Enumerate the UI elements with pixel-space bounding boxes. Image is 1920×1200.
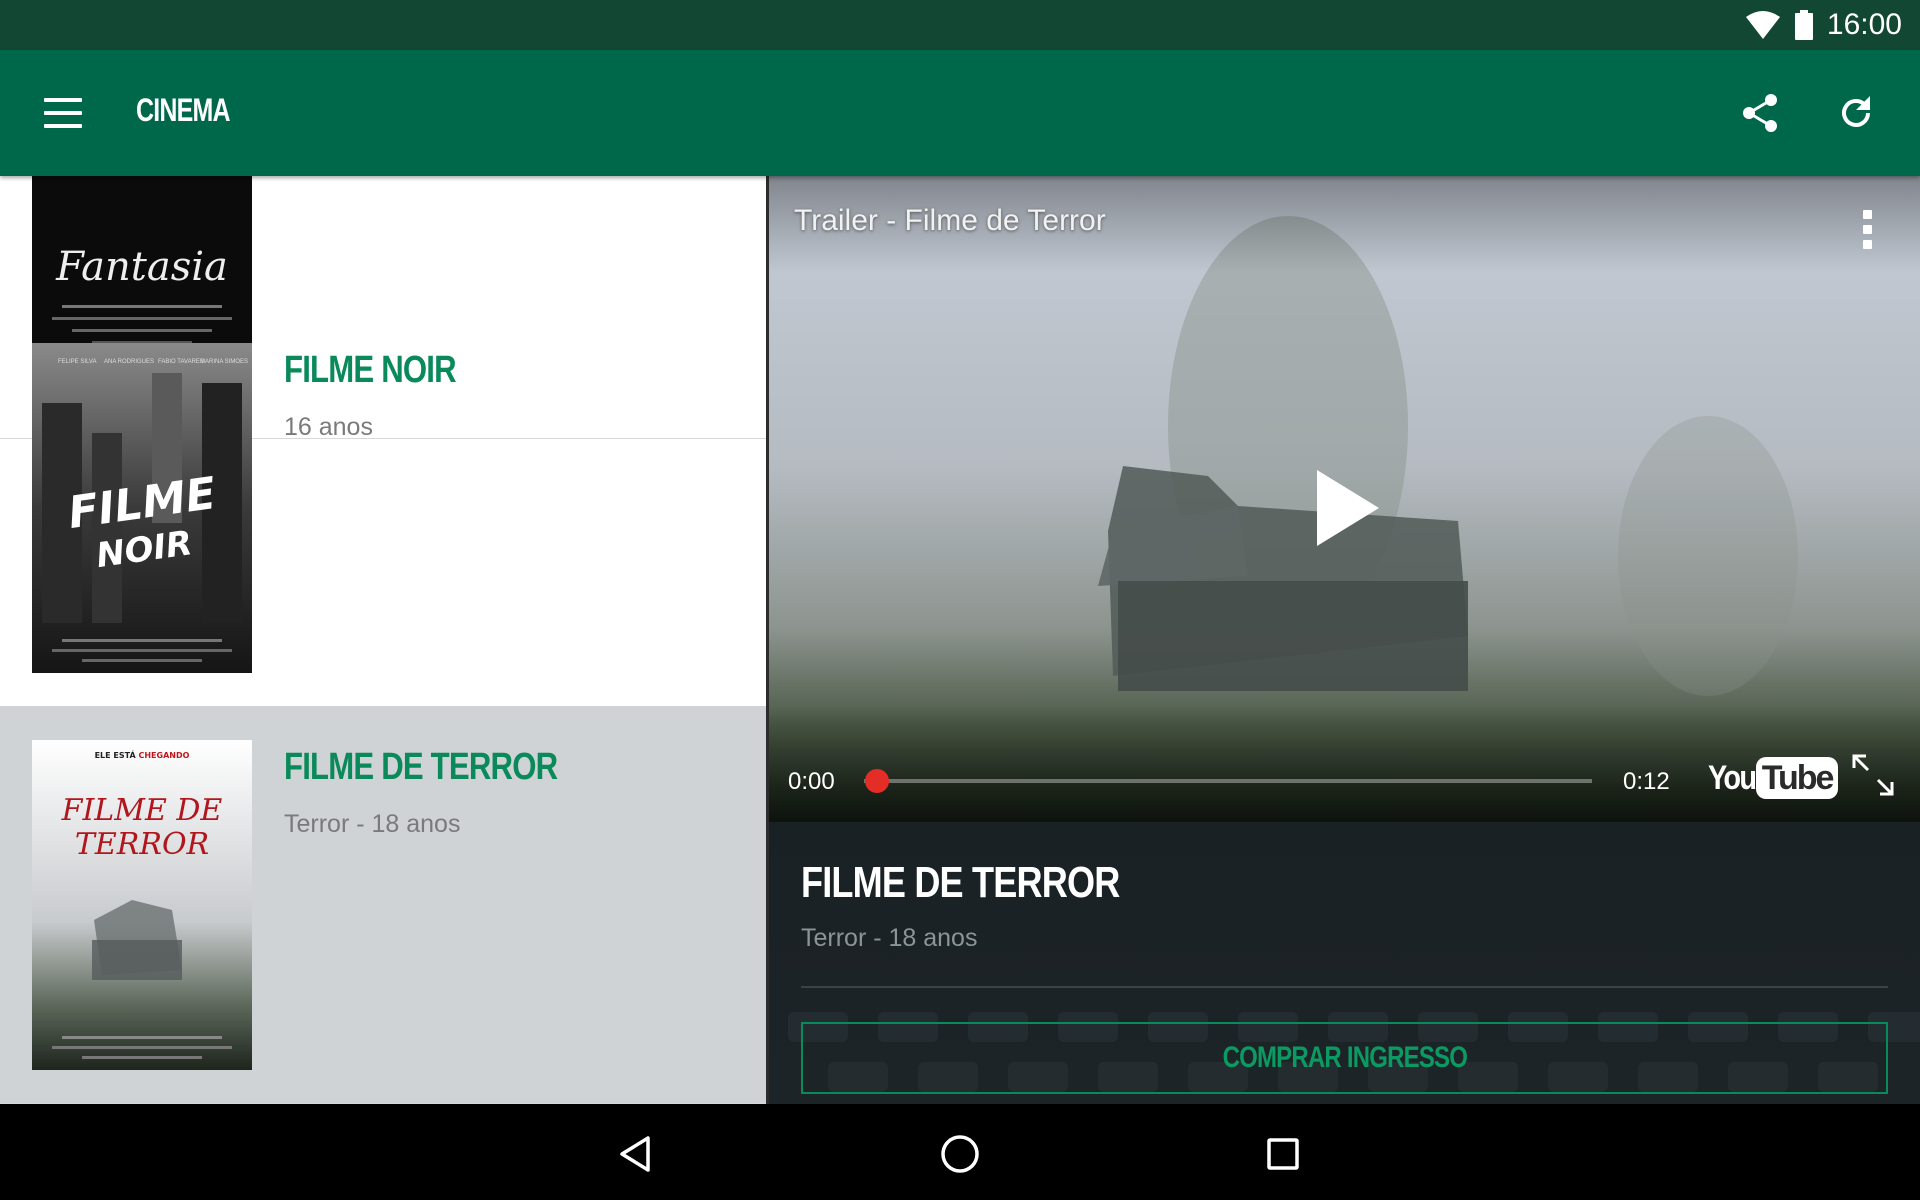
poster-tagline: ELE ESTÁ CHEGANDO [95,749,190,760]
refresh-icon [1842,96,1870,127]
home-button[interactable] [930,1124,990,1184]
video-more-button[interactable] [1852,204,1882,254]
poster-actor: MARINA SIMOES [200,359,248,365]
buy-ticket-label: COMPRAR INGRESSO [1222,1041,1467,1074]
time-current: 0:00 [788,768,835,795]
movie-meta: Terror - 18 anos [284,810,461,838]
movie-title: FILME NOIR [284,349,457,391]
fullscreen-icon[interactable] [1848,750,1898,800]
movie-title: FILME DE TERROR [284,746,558,788]
refresh-button[interactable] [1829,86,1883,140]
back-icon [620,1136,650,1172]
poster-art: FELIPE SILVA ANA RODRIGUES FABIO TAVARES… [32,343,252,673]
share-icon [1743,94,1777,132]
recent-apps-button[interactable] [1253,1124,1313,1184]
status-clock: 16:00 [1826,8,1902,41]
youtube-logo-tube: Tube [1755,757,1839,799]
menu-button[interactable] [44,87,100,139]
detail-info: FILME DE TERROR Terror - 18 anos COMPRAR… [768,822,1920,1104]
home-icon [941,1135,979,1173]
buy-ticket-button[interactable]: COMPRAR INGRESSO [801,1022,1888,1094]
detail-title: FILME DE TERROR [801,858,1120,907]
poster-filme-noir: FELIPE SILVA ANA RODRIGUES FABIO TAVARES… [32,343,252,673]
more-vert-icon [1862,224,1872,234]
poster-filme-de-terror: ELE ESTÁ CHEGANDO FILME DE TERROR [32,740,252,1070]
time-total: 0:12 [1623,768,1670,795]
pane-divider [766,176,769,1104]
recent-apps-icon [1267,1138,1299,1170]
more-vert-icon [1862,239,1872,249]
movie-list-item-selected[interactable]: ELE ESTÁ CHEGANDO FILME DE TERROR FILME … [0,706,767,1104]
menu-icon-line [44,111,82,115]
wifi-icon [1745,11,1780,39]
divider [801,986,1888,988]
poster-actor: ANA RODRIGUES [104,359,154,365]
battery-icon [1794,10,1813,40]
movie-meta: 16 anos [284,413,373,441]
status-icons: 16:00 [1745,0,1902,50]
svg-text:FILME DE: FILME DE [61,793,223,828]
poster-actor: FABIO TAVARES [158,359,204,365]
poster-actor: FELIPE SILVA [58,359,96,365]
app-bar: CINEMA [0,50,1920,176]
app-title: CINEMA [136,92,231,128]
share-button[interactable] [1733,86,1787,140]
progress-bar[interactable] [864,779,1592,783]
menu-icon-line [44,124,82,128]
poster-title: Fantasia [55,244,228,290]
svg-text:TERROR: TERROR [75,827,209,862]
back-button[interactable] [606,1124,666,1184]
youtube-logo-you: You [1708,758,1757,797]
menu-icon-line [44,98,82,102]
movie-detail: Trailer - Filme de Terror 0:00 0:12 You … [768,176,1920,1104]
more-vert-icon [1862,209,1872,219]
movie-list-item[interactable]: FELIPE SILVA ANA RODRIGUES FABIO TAVARES… [0,309,767,707]
video-player[interactable]: Trailer - Filme de Terror 0:00 0:12 You … [768,176,1920,822]
detail-meta: Terror - 18 anos [801,924,978,952]
status-bar: 16:00 [0,0,1920,50]
progress-scrubber[interactable] [865,769,889,793]
youtube-logo[interactable]: You Tube [1708,754,1839,802]
video-title: Trailer - Filme de Terror [794,204,1106,237]
movie-list[interactable]: Fantasia FELIPE SILVA ANA RODRIGUES FABI… [0,176,767,1104]
play-button[interactable] [1311,468,1381,548]
navigation-bar [0,1104,1920,1200]
poster-art: ELE ESTÁ CHEGANDO FILME DE TERROR [32,740,252,1070]
